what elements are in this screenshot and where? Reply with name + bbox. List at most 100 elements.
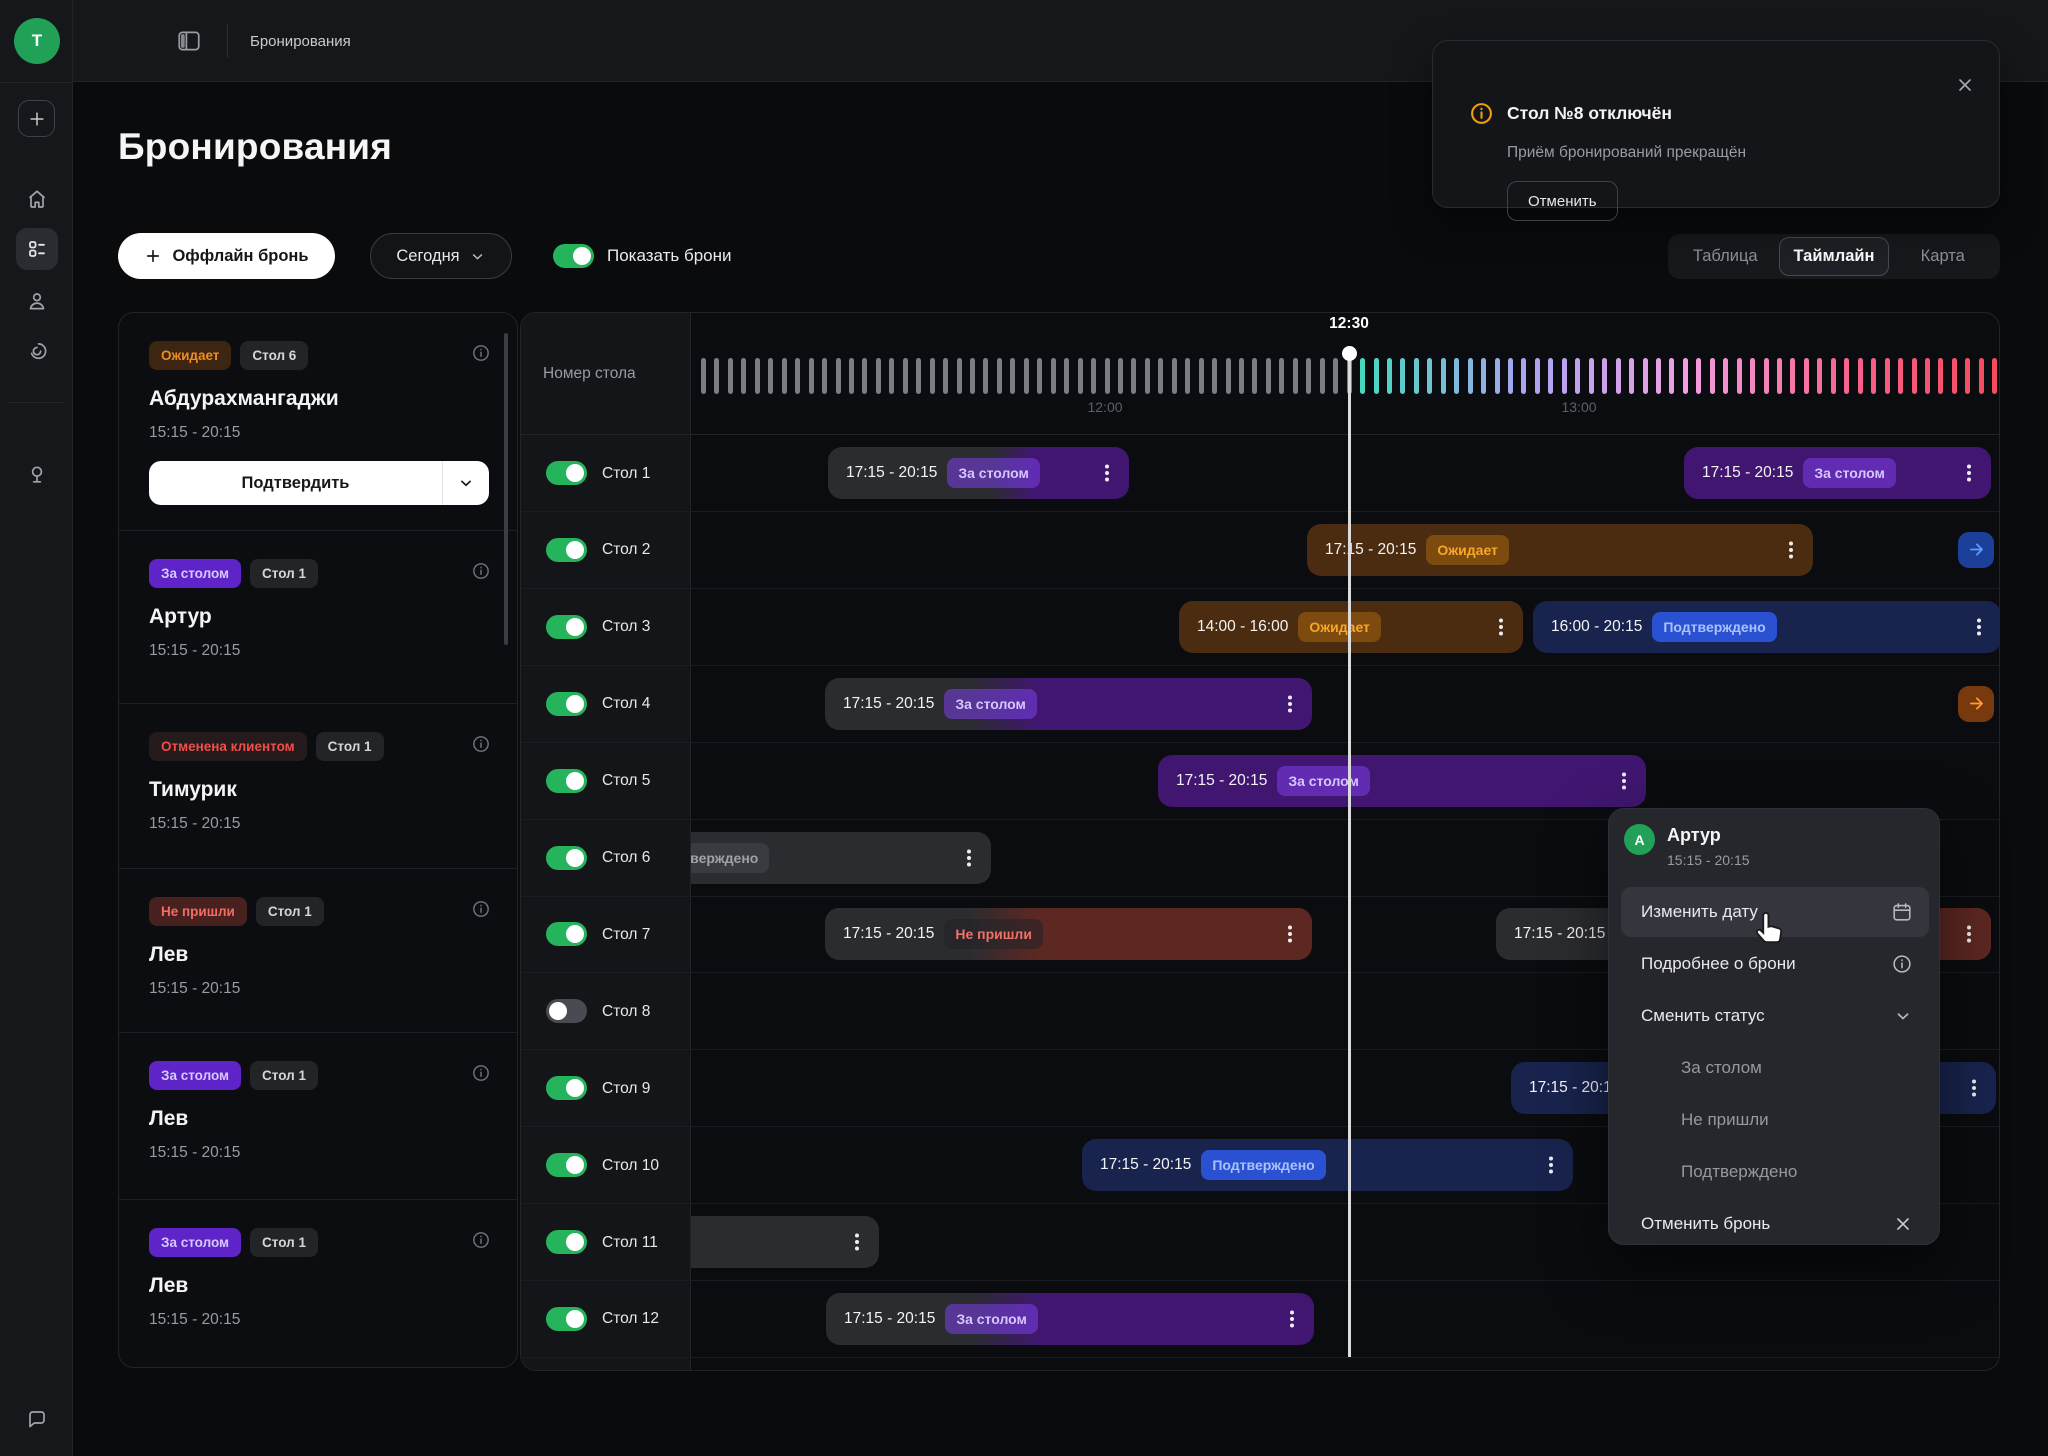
sidebar-item-chat[interactable] [16,1398,58,1440]
avatar[interactable]: T [14,18,60,64]
toggle-knob [566,925,584,943]
info-icon[interactable] [471,899,491,919]
sidebar-item-bar[interactable] [16,454,58,496]
kebab-menu-icon[interactable] [1277,683,1303,725]
booking-card[interactable]: За столомСтол 1Лев15:15 - 20:15 [119,1200,517,1368]
toast-notification: Стол №8 отключён Приём бронирований прек… [1432,40,2000,208]
confirm-button[interactable]: Подтвердить [149,461,489,505]
table-toggle[interactable] [546,846,587,870]
info-icon [1469,101,1494,126]
kebab-menu-icon[interactable] [1611,760,1637,802]
sidebar-item-bookings[interactable] [16,228,58,270]
show-bookings-toggle[interactable] [553,244,594,268]
kebab-menu-icon[interactable] [956,837,982,879]
table-toggle[interactable] [546,769,587,793]
offline-booking-button[interactable]: Оффлайн бронь [118,233,335,279]
scrollbar[interactable] [504,333,508,645]
menu-item[interactable]: Сменить статус [1621,991,1929,1041]
booking-bar[interactable] [691,1216,879,1268]
table-toggle[interactable] [546,461,587,485]
kebab-menu-icon[interactable] [1538,1144,1564,1186]
tick [809,358,814,394]
kebab-menu-icon[interactable] [1279,1298,1305,1340]
booking-card[interactable]: ОжидаетСтол 6Абдурахмангаджи15:15 - 20:1… [119,313,517,531]
booking-bar[interactable]: 17:15 - 20:15За столом [1158,755,1646,807]
add-button[interactable] [18,100,55,137]
sidebar-item-home[interactable] [16,178,58,220]
booking-bar[interactable]: 17:15 - 20:15Подтверждено [1082,1139,1573,1191]
tick [1279,358,1284,394]
kebab-menu-icon[interactable] [1956,913,1982,955]
table-toggle[interactable] [546,999,587,1023]
chat-icon [25,1407,49,1431]
sidebar-item-guests[interactable] [16,280,58,322]
sidebar-toggle-button[interactable] [176,29,202,53]
booking-bar-time: 16:00 - 20:15 [1551,618,1642,636]
tick [1105,358,1110,394]
kebab-menu-icon[interactable] [1778,529,1804,571]
tab-map[interactable]: Карта [1889,237,1996,276]
scroll-to-booking-button[interactable] [1958,532,1994,568]
table-toggle[interactable] [546,1153,587,1177]
booking-bar-time: 17:15 - 20:15 [844,1310,935,1328]
booking-bar-time: 17:15 - 20:15 [1100,1156,1191,1174]
tab-timeline[interactable]: Таймлайн [1779,237,1890,276]
table-toggle[interactable] [546,1076,587,1100]
info-icon[interactable] [471,561,491,581]
scroll-to-booking-button[interactable] [1958,686,1994,722]
booking-bar[interactable]: Подтверждено [691,832,991,884]
info-icon[interactable] [471,343,491,363]
tick [1064,358,1069,394]
tick [1037,358,1042,394]
kebab-menu-icon[interactable] [1956,452,1982,494]
table-toggle[interactable] [546,922,587,946]
booking-bar[interactable]: 14:00 - 16:00Ожидает [1179,601,1523,653]
kebab-menu-icon[interactable] [1094,452,1120,494]
booking-card[interactable]: Отменена клиентомСтол 1Тимурик15:15 - 20… [119,704,517,869]
table-toggle[interactable] [546,1230,587,1254]
table-toggle[interactable] [546,615,587,639]
booking-card[interactable]: Не пришлиСтол 1Лев15:15 - 20:15 [119,869,517,1033]
table-toggle[interactable] [546,1307,587,1331]
confirm-dropdown-button[interactable] [443,461,489,505]
booking-card[interactable]: За столомСтол 1Артур15:15 - 20:15 [119,531,517,704]
booking-bar[interactable]: 17:15 - 20:15За столом [828,447,1129,499]
tick [1374,358,1379,394]
tick [1131,358,1136,394]
info-icon[interactable] [471,734,491,754]
booking-bar[interactable]: 17:15 - 20:15За столом [825,678,1312,730]
tick [1239,358,1244,394]
booking-bar[interactable]: 16:00 - 20:15Подтверждено [1533,601,2000,653]
current-time-label: 12:30 [1329,315,1369,333]
info-icon[interactable] [471,1230,491,1250]
menu-item-status-option[interactable]: За столом [1621,1043,1929,1093]
toggle-knob [566,618,584,636]
booking-bar[interactable]: 17:15 - 20:15Ожидает [1307,524,1813,576]
kebab-menu-icon[interactable] [1966,606,1992,648]
booking-list: ОжидаетСтол 6Абдурахмангаджи15:15 - 20:1… [119,313,517,1368]
booking-bar[interactable]: 17:15 - 20:15Не пришли [825,908,1312,960]
booking-bar[interactable]: 17:15 - 20:15За столом [826,1293,1314,1345]
booking-card[interactable]: За столомСтол 1Лев15:15 - 20:15 [119,1033,517,1200]
sidebar-item-history[interactable] [16,330,58,372]
menu-item-status-option[interactable]: Подтверждено [1621,1147,1929,1197]
kebab-menu-icon[interactable] [1277,913,1303,955]
table-row-label: Стол 2 [602,512,650,589]
toast-cancel-button[interactable]: Отменить [1507,181,1618,221]
menu-item[interactable]: Отменить бронь [1621,1199,1929,1249]
close-icon[interactable] [1955,75,1975,95]
menu-item-label: За столом [1681,1058,1762,1078]
kebab-menu-icon[interactable] [1961,1067,1987,1109]
menu-item-status-option[interactable]: Не пришли [1621,1095,1929,1145]
booking-time: 15:15 - 20:15 [149,980,491,998]
breadcrumb[interactable]: Бронирования [250,0,351,82]
kebab-menu-icon[interactable] [1488,606,1514,648]
booking-bar[interactable]: 17:15 - 20:15За столом [1684,447,1991,499]
kebab-menu-icon[interactable] [844,1221,870,1263]
table-toggle[interactable] [546,692,587,716]
table-toggle[interactable] [546,538,587,562]
tab-table[interactable]: Таблица [1672,237,1779,276]
info-icon[interactable] [471,1063,491,1083]
date-select[interactable]: Сегодня [370,233,512,279]
tick [1831,358,1836,394]
